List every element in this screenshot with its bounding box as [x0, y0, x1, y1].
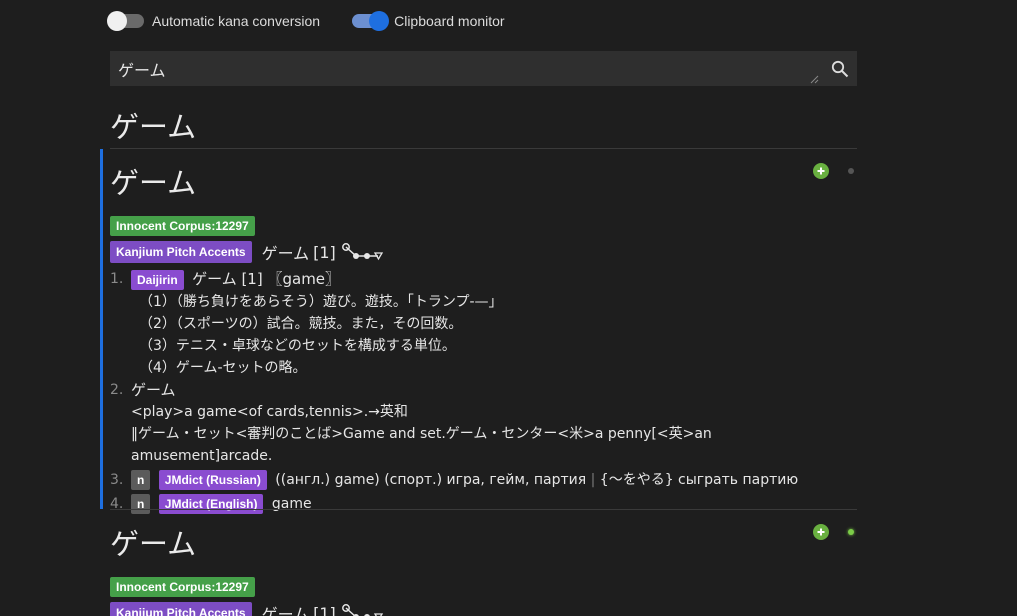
entry-term: ゲーム [110, 527, 197, 561]
definition-list: 1. Daijirin ゲーム [1] 〖game〗 （1）（勝ち負けをあらそう… [110, 268, 857, 515]
clipboard-monitor-toggle[interactable]: Clipboard monitor [352, 11, 505, 31]
pitch-accent-row: Kanjium Pitch Accents ゲーム [1] [110, 601, 857, 616]
clipboard-monitor-label: Clipboard monitor [394, 13, 505, 29]
gloss-line: <play>a game<of cards,tennis>.→英和 [131, 404, 408, 420]
kana-conversion-switch[interactable] [107, 11, 144, 31]
dictionary-tag[interactable]: Daijirin [131, 270, 184, 290]
query-term-heading: ゲーム [110, 110, 197, 144]
frequency-row: Innocent Corpus:12297 [110, 215, 857, 236]
definition-headword: ゲーム [131, 381, 176, 399]
search-input[interactable] [110, 51, 823, 86]
dictionary-entry: ゲーム Innocent Corpus:12297 Kanjium Pitch … [100, 510, 857, 616]
pitch-number: [1] [313, 603, 336, 616]
kana-conversion-toggle[interactable]: Automatic kana conversion [107, 11, 321, 31]
audio-status-dot[interactable] [848, 168, 854, 174]
kana-conversion-label: Automatic kana conversion [152, 13, 321, 29]
dictionary-entry: ゲーム Innocent Corpus:12297 Kanjium Pitch … [100, 149, 857, 514]
pitch-graph-icon [341, 243, 383, 261]
audio-status-dot[interactable] [848, 529, 854, 535]
gloss-line: amusement]arcade. [131, 448, 273, 464]
definition-item: 1. Daijirin ゲーム [1] 〖game〗 （1）（勝ち負けをあらそう… [110, 268, 857, 379]
sense-line: （1）（勝ち負けをあらそう）遊び。遊技。「トランプ-—」 [139, 294, 503, 310]
add-note-button[interactable] [813, 163, 829, 179]
search-bar [110, 51, 857, 86]
gloss-text: {～をやる} сыграть партию [599, 472, 799, 488]
pitch-reading: ゲーム [261, 605, 310, 616]
definition-headword: ゲーム [1] 〖game〗 [192, 270, 341, 288]
entry-actions [813, 524, 857, 540]
gloss-line: ‖ゲーム・セット<審判のことば>Game and set.ゲーム・センター<米>… [131, 426, 712, 442]
definition-item: 3. n JMdict (Russian) ((англ.) game) (сп… [110, 470, 799, 490]
plus-icon [817, 528, 825, 536]
add-note-button[interactable] [813, 524, 829, 540]
definition-item: 2. ゲーム <play>a game<of cards,tennis>.→英和… [110, 379, 857, 467]
sense-line: （2）（スポーツの）試合。競技。また，その回数。 [139, 316, 463, 332]
gloss-text: ((англ.) game) (спорт.) игра, гейм, парт… [275, 472, 587, 488]
pitch-accent-tag[interactable]: Kanjium Pitch Accents [110, 602, 252, 616]
entry-term: ゲーム [110, 166, 197, 200]
pitch-graph-icon [341, 604, 383, 616]
frequency-tag[interactable]: Innocent Corpus:12297 [110, 216, 255, 236]
part-of-speech-tag[interactable]: n [131, 470, 151, 490]
search-button[interactable] [823, 51, 857, 86]
sense-line: （4）ゲーム-セットの略。 [139, 360, 307, 376]
pitch-accent-tag[interactable]: Kanjium Pitch Accents [110, 241, 252, 263]
settings-bar: Automatic kana conversion Clipboard moni… [107, 11, 537, 31]
gloss-separator: | [590, 472, 596, 488]
frequency-tag[interactable]: Innocent Corpus:12297 [110, 577, 255, 597]
search-icon [831, 60, 849, 77]
pitch-number: [1] [313, 242, 336, 262]
dictionary-tag[interactable]: JMdict (Russian) [158, 470, 267, 490]
frequency-row: Innocent Corpus:12297 [110, 576, 857, 597]
plus-icon [817, 167, 825, 175]
pitch-reading: ゲーム [261, 244, 310, 263]
pitch-accent-row: Kanjium Pitch Accents ゲーム [1] [110, 240, 857, 264]
entry-actions [813, 163, 857, 179]
clipboard-monitor-switch[interactable] [352, 11, 390, 31]
resize-handle-icon[interactable] [810, 75, 819, 84]
sense-line: （3）テニス・卓球などのセットを構成する単位。 [139, 338, 456, 354]
